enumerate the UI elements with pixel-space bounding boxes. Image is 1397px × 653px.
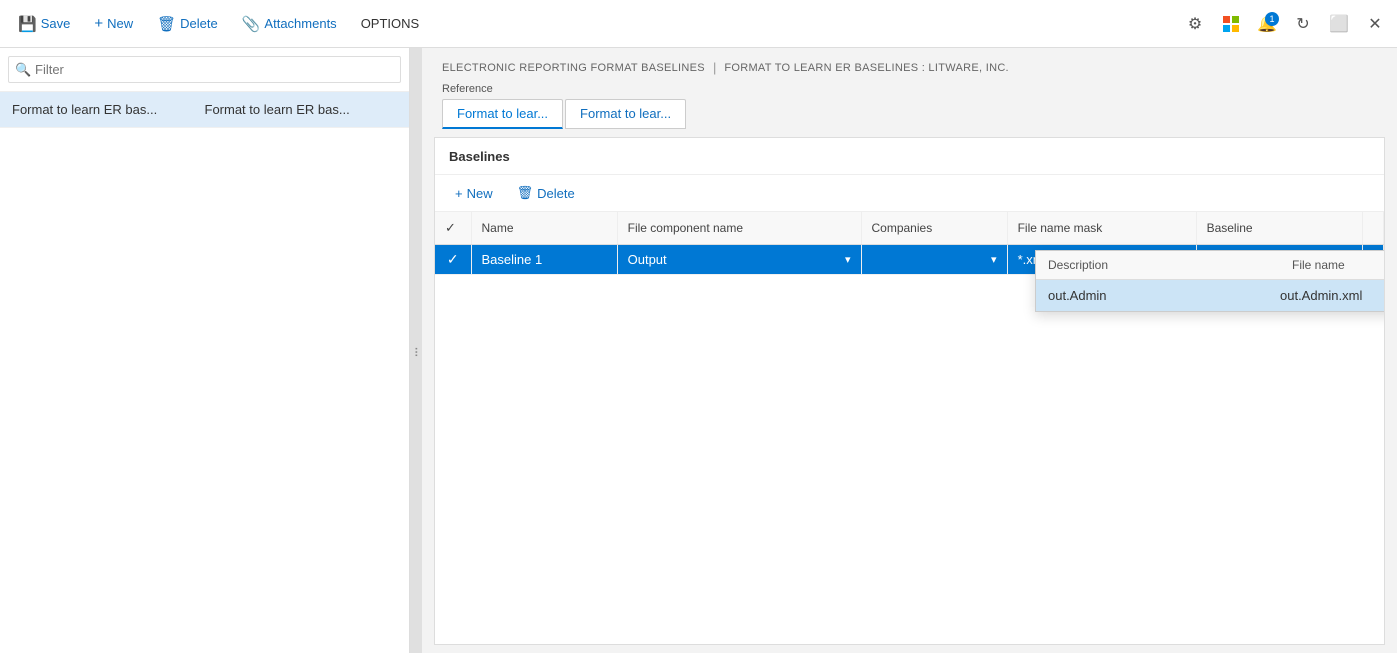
baselines-delete-button[interactable]: 🗑 Delete — [507, 181, 585, 205]
row-companies-cell[interactable]: ▾ — [861, 245, 1007, 275]
save-icon: 💾 — [18, 15, 37, 33]
close-icon[interactable]: ✕ — [1361, 10, 1389, 38]
col-header-extra — [1363, 212, 1384, 245]
sidebar: 🔍 Format to learn ER bas... Format to le… — [0, 48, 410, 653]
reference-tabs: Format to lear... Format to lear... — [442, 99, 1377, 129]
check-header-icon: ✓ — [445, 220, 456, 235]
baselines-panel: Baselines + New 🗑 Delete — [434, 137, 1385, 645]
dropdown-item[interactable]: out.Admin out.Admin.xml — [1036, 280, 1384, 311]
new-button[interactable]: + New — [84, 9, 143, 38]
save-button[interactable]: 💾 Save — [8, 9, 80, 39]
list-item[interactable]: Format to learn ER bas... Format to lear… — [0, 92, 409, 128]
table-wrapper: ✓ Name File component name Companies Fil… — [435, 212, 1384, 644]
delete-button[interactable]: 🗑 Delete — [147, 9, 228, 39]
col-header-file-mask[interactable]: File name mask — [1007, 212, 1196, 245]
companies-dropdown[interactable]: ▾ — [872, 253, 997, 266]
dropdown-col-filename: File name — [1280, 251, 1384, 279]
baselines-toolbar: + New 🗑 Delete — [435, 175, 1384, 212]
filter-input[interactable] — [8, 56, 401, 83]
sidebar-item-col2: Format to learn ER bas... — [205, 102, 398, 117]
main-toolbar: 💾 Save + New 🗑 Delete 📎 Attachments OPTI… — [0, 0, 1397, 48]
options-button[interactable]: OPTIONS — [351, 10, 430, 37]
breadcrumb: ELECTRONIC REPORTING FORMAT BASELINES | … — [422, 48, 1397, 75]
notification-icon[interactable]: 🔔 1 — [1253, 10, 1281, 38]
baselines-new-button[interactable]: + New — [445, 181, 503, 205]
baselines-header: Baselines — [435, 138, 1384, 175]
file-component-dropdown[interactable]: Output ▾ — [628, 252, 851, 267]
baselines-plus-icon: + — [455, 186, 463, 201]
col-header-companies[interactable]: Companies — [861, 212, 1007, 245]
main-layout: 🔍 Format to learn ER bas... Format to le… — [0, 48, 1397, 653]
dropdown-header: Description File name — [1036, 251, 1384, 280]
toolbar-right: ⚙ 🔔 1 ↻ ⬜ ✕ — [1181, 10, 1389, 38]
refresh-icon[interactable]: ↻ — [1289, 10, 1317, 38]
row-check-icon: ✓ — [447, 251, 459, 267]
baselines-delete-icon: 🗑 — [517, 185, 534, 201]
maximize-icon[interactable]: ⬜ — [1325, 10, 1353, 38]
reference-label: Reference — [442, 83, 1377, 95]
dropdown-col-description: Description — [1036, 251, 1280, 279]
col-header-baseline[interactable]: Baseline — [1196, 212, 1362, 245]
file-component-dropdown-arrow: ▾ — [845, 253, 851, 266]
sidebar-list: Format to learn ER bas... Format to lear… — [0, 92, 409, 653]
content-right: ELECTRONIC REPORTING FORMAT BASELINES | … — [422, 48, 1397, 653]
filter-search-icon: 🔍 — [15, 62, 31, 78]
ref-tab-2[interactable]: Format to lear... — [565, 99, 686, 129]
col-header-file-component[interactable]: File component name — [617, 212, 861, 245]
col-header-check: ✓ — [435, 212, 471, 245]
reference-section: Reference Format to lear... Format to le… — [422, 75, 1397, 129]
ref-tab-1[interactable]: Format to lear... — [442, 99, 563, 129]
office-icon[interactable] — [1217, 10, 1245, 38]
plus-icon: + — [94, 15, 103, 32]
collapse-handle[interactable]: ··· — [410, 48, 422, 653]
companies-dropdown-arrow: ▾ — [991, 253, 997, 266]
sidebar-item-col1: Format to learn ER bas... — [12, 102, 205, 117]
dropdown-item-description: out.Admin — [1048, 288, 1280, 303]
baseline-dropdown-overlay: Description File name out.Admin out.Admi… — [1035, 250, 1384, 312]
attachments-button[interactable]: 📎 Attachments — [232, 9, 347, 39]
col-header-name[interactable]: Name — [471, 212, 617, 245]
row-name-cell[interactable]: Baseline 1 — [471, 245, 617, 275]
settings-icon[interactable]: ⚙ — [1181, 10, 1209, 38]
delete-icon: 🗑 — [157, 15, 176, 33]
dropdown-item-filename: out.Admin.xml — [1280, 288, 1384, 303]
filter-box: 🔍 — [0, 48, 409, 92]
row-check-cell: ✓ — [435, 245, 471, 275]
row-file-component-cell[interactable]: Output ▾ — [617, 245, 861, 275]
attachment-icon: 📎 — [242, 15, 261, 33]
